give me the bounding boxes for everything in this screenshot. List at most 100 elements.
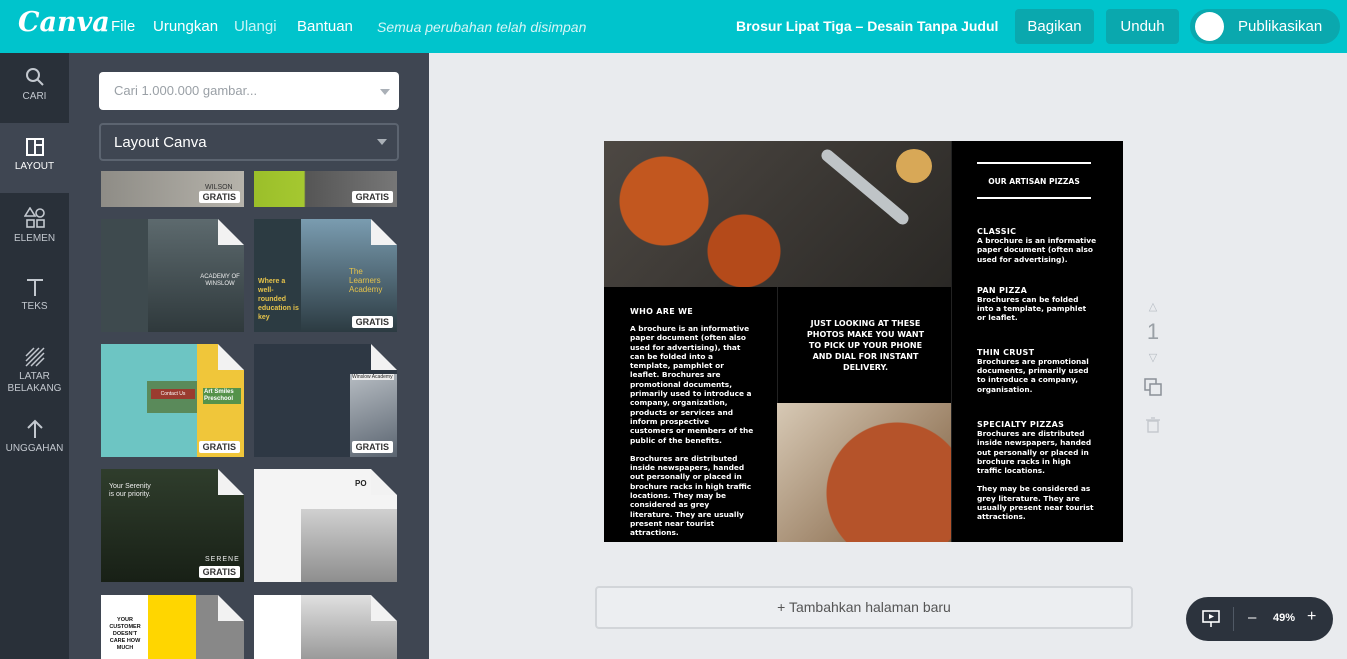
nav-text[interactable]: TEKS bbox=[0, 263, 69, 333]
nav-layout[interactable]: LAYOUT bbox=[0, 123, 69, 193]
page-fold bbox=[371, 344, 397, 370]
top-bar: Canva File Urungkan Ulangi Bantuan Semua… bbox=[0, 0, 1347, 53]
pizza-name[interactable]: CLASSIC bbox=[977, 227, 1097, 236]
zoom-control: – 49% + bbox=[1186, 597, 1333, 641]
column-divider bbox=[777, 287, 778, 403]
onion-shape bbox=[896, 149, 932, 183]
present-icon[interactable] bbox=[1202, 610, 1220, 628]
template-text: YOUR CUSTOMER DOESN'T CARE HOW MUCH bbox=[109, 617, 141, 651]
nav-background-label: LATAR BELAKANG bbox=[7, 371, 62, 394]
pizza-closing[interactable]: They may be considered as grey literatur… bbox=[977, 484, 1097, 521]
page-fold bbox=[218, 595, 244, 621]
template-thumbnail[interactable]: Winslow Academy GRATIS bbox=[254, 344, 397, 457]
pizza-desc[interactable]: Brochures can be folded into a template,… bbox=[977, 295, 1097, 323]
pizza-name[interactable]: THIN CRUST bbox=[977, 348, 1097, 357]
column-divider bbox=[951, 141, 952, 542]
nav-text-label: TEKS bbox=[21, 301, 48, 312]
artisan-title[interactable]: OUR ARTISAN PIZZAS bbox=[977, 177, 1091, 186]
pizza-photo-top[interactable] bbox=[604, 141, 951, 287]
pizza-desc[interactable]: Brochures are distributed inside newspap… bbox=[977, 429, 1097, 475]
nav-layout-label: LAYOUT bbox=[14, 161, 55, 172]
search-icon bbox=[25, 68, 44, 86]
title-rule-bottom bbox=[977, 197, 1091, 199]
pizza-name[interactable]: SPECIALTY PIZZAS bbox=[977, 420, 1097, 429]
zoom-divider bbox=[1233, 607, 1234, 631]
page-tools: △ 1 ▽ bbox=[1142, 300, 1164, 438]
pizza-photo-bottom[interactable] bbox=[777, 403, 952, 542]
shapes-icon bbox=[23, 207, 45, 228]
nav-elements-label: ELEMEN bbox=[13, 233, 56, 244]
title-rule-top bbox=[977, 162, 1091, 164]
page-fold bbox=[218, 344, 244, 370]
template-thumbnail[interactable]: Your Serenity is our priority. SERENE GR… bbox=[101, 469, 244, 582]
trash-icon[interactable] bbox=[1146, 417, 1160, 433]
menu-help[interactable]: Bantuan bbox=[297, 18, 353, 35]
middle-callout[interactable]: JUST LOOKING AT THESE PHOTOS MAKE YOU WA… bbox=[800, 318, 931, 373]
who-paragraph-2[interactable]: Brochures are distributed inside newspap… bbox=[630, 454, 754, 538]
template-text: WILSON bbox=[205, 184, 233, 191]
free-badge: GRATIS bbox=[351, 191, 393, 203]
zoom-out-button[interactable]: – bbox=[1248, 609, 1256, 626]
who-paragraph-1[interactable]: A brochure is an informative paper docum… bbox=[630, 324, 754, 445]
publish-toggle[interactable]: Publikasikan bbox=[1190, 9, 1340, 44]
template-thumbnail[interactable]: GRATIS bbox=[254, 171, 397, 207]
template-thumbnail[interactable]: PO bbox=[254, 469, 397, 582]
chevron-down-icon bbox=[377, 139, 387, 145]
template-thumbnail[interactable]: ACADEMY OF WINSLOW bbox=[101, 219, 244, 332]
template-thumbnail[interactable]: YOUR CUSTOMER DOESN'T CARE HOW MUCH bbox=[101, 595, 244, 659]
nav-elements[interactable]: ELEMEN bbox=[0, 193, 69, 263]
layout-icon bbox=[25, 138, 44, 156]
nav-uploads-label: UNGGAHAN bbox=[5, 443, 64, 454]
free-badge: GRATIS bbox=[198, 566, 240, 578]
search-placeholder: Cari 1.000.000 gambar... bbox=[114, 83, 258, 98]
nav-search[interactable]: CARI bbox=[0, 53, 69, 123]
menu-file[interactable]: File bbox=[111, 18, 135, 35]
image-search-input[interactable]: Cari 1.000.000 gambar... bbox=[99, 72, 399, 110]
left-nav: CARI LAYOUT ELEMEN TEKS LATAR BELAKANG U… bbox=[0, 53, 69, 659]
toggle-knob bbox=[1195, 12, 1224, 41]
interior-photo bbox=[301, 509, 397, 582]
template-text: The Learners Academy bbox=[349, 267, 383, 294]
pattern-icon bbox=[24, 347, 45, 367]
template-thumbnail[interactable]: WILSON GRATIS bbox=[101, 171, 244, 207]
text-icon bbox=[26, 279, 43, 296]
template-subtext: Where a well-rounded education is key bbox=[258, 278, 299, 321]
free-badge: GRATIS bbox=[198, 441, 240, 453]
chevron-up-icon[interactable]: △ bbox=[1142, 300, 1164, 313]
page-fold bbox=[218, 219, 244, 245]
pizza-desc[interactable]: Brochures are promotional documents, pri… bbox=[977, 357, 1097, 394]
template-thumbnail[interactable]: Contact Us Art Smiles Preschool GRATIS bbox=[101, 344, 244, 457]
template-text: PO bbox=[355, 479, 367, 488]
chevron-down-icon[interactable]: ▽ bbox=[1142, 351, 1164, 364]
add-page-button[interactable]: + Tambahkan halaman baru bbox=[595, 586, 1133, 629]
brochure-page[interactable]: WHO ARE WE A brochure is an informative … bbox=[604, 141, 1123, 542]
nav-search-label: CARI bbox=[22, 91, 47, 102]
page-fold bbox=[371, 595, 397, 621]
contact-panel: Contact Us bbox=[147, 381, 199, 413]
copy-page-icon[interactable] bbox=[1144, 378, 1162, 396]
zoom-in-button[interactable]: + bbox=[1307, 608, 1316, 626]
layout-select[interactable]: Layout Canva bbox=[99, 123, 399, 161]
template-text: Your Serenity is our priority. bbox=[109, 483, 151, 498]
nav-background[interactable]: LATAR BELAKANG bbox=[0, 333, 69, 409]
share-button[interactable]: Bagikan bbox=[1015, 9, 1094, 44]
free-badge: GRATIS bbox=[198, 191, 240, 203]
menu-redo[interactable]: Ulangi bbox=[234, 18, 277, 35]
template-subtext: SERENE bbox=[205, 556, 240, 563]
template-text: ACADEMY OF WINSLOW bbox=[200, 274, 240, 287]
pizza-name[interactable]: PAN PIZZA bbox=[977, 286, 1097, 295]
document-title[interactable]: Brosur Lipat Tiga – Desain Tanpa Judul bbox=[736, 18, 998, 34]
template-thumbnail[interactable] bbox=[254, 595, 397, 659]
upload-arrow-icon bbox=[26, 419, 43, 438]
pizza-desc[interactable]: A brochure is an informative paper docum… bbox=[977, 236, 1097, 264]
template-thumbnail[interactable]: Where a well-rounded education is key Th… bbox=[254, 219, 397, 332]
page-fold bbox=[371, 219, 397, 245]
who-are-we-title[interactable]: WHO ARE WE bbox=[630, 307, 754, 316]
who-are-we-column: WHO ARE WE A brochure is an informative … bbox=[630, 307, 754, 538]
canva-logo[interactable]: Canva bbox=[18, 7, 110, 38]
download-button[interactable]: Unduh bbox=[1106, 9, 1179, 44]
menu-undo[interactable]: Urungkan bbox=[153, 18, 218, 35]
template-text: Art Smiles Preschool bbox=[203, 388, 241, 404]
nav-uploads[interactable]: UNGGAHAN bbox=[0, 405, 69, 475]
zoom-level[interactable]: 49% bbox=[1273, 612, 1295, 624]
